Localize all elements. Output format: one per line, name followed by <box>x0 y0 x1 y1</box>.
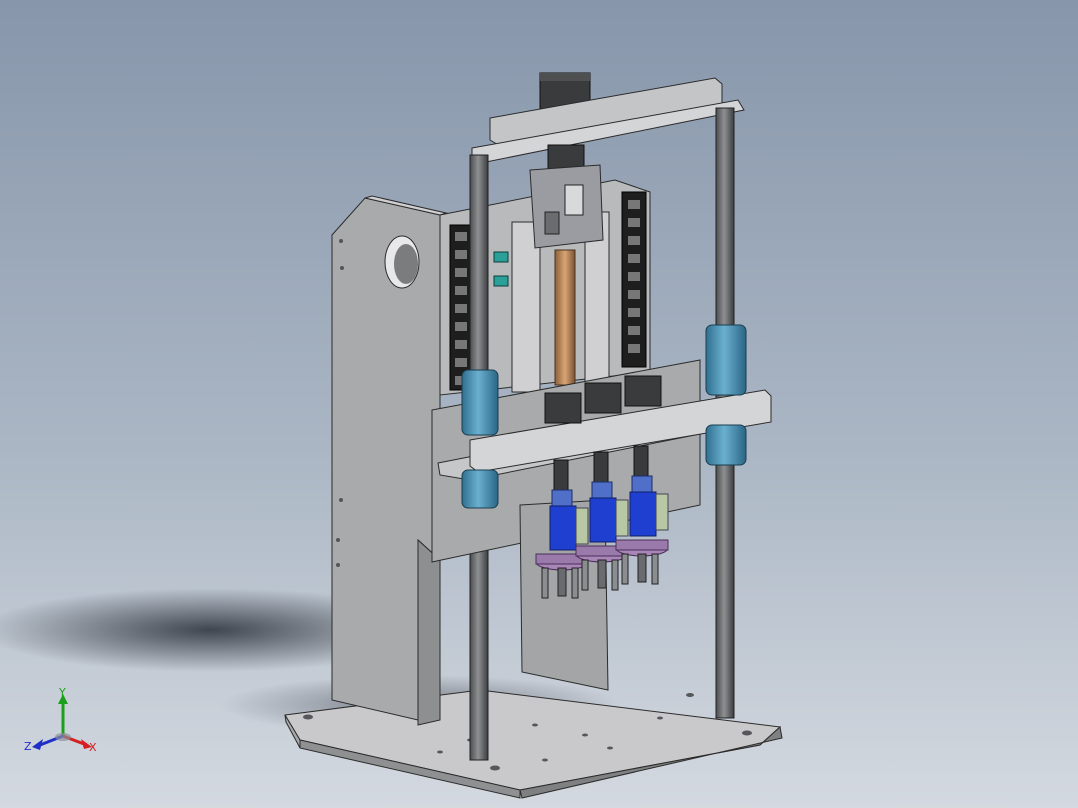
chain-link <box>455 268 467 277</box>
chain-link <box>628 254 640 263</box>
ball-screw <box>554 249 576 386</box>
coordinate-triad: Y X Z <box>24 686 97 754</box>
chain-link <box>628 344 640 353</box>
cad-model-3d-view[interactable] <box>0 0 1078 808</box>
axis-y-label: Y <box>58 686 66 699</box>
chain-link <box>628 308 640 317</box>
chain-link <box>455 340 467 349</box>
chain-link <box>455 304 467 313</box>
linear-bushing-right-upper <box>705 324 747 396</box>
left-upright-plate[interactable] <box>331 195 448 726</box>
linear-bushing-left-upper <box>461 369 499 436</box>
chain-link <box>628 272 640 281</box>
chain-link <box>628 326 640 335</box>
chain-link <box>455 232 467 241</box>
axis-x-label: X <box>89 741 97 754</box>
chain-link <box>628 236 640 245</box>
chain-link <box>628 200 640 209</box>
linear-bushing-right-lower <box>705 424 747 466</box>
chain-link <box>455 322 467 331</box>
graphics-viewport[interactable]: Y X Z <box>0 0 1078 808</box>
chain-link <box>455 250 467 259</box>
axis-y-arrow <box>58 694 68 736</box>
chain-link <box>455 358 467 367</box>
chain-link <box>628 218 640 227</box>
top-crossbar[interactable] <box>471 77 745 163</box>
chain-link <box>455 286 467 295</box>
linear-bushing-left-lower <box>461 469 499 509</box>
motor-coupling-housing[interactable] <box>529 144 604 249</box>
axis-z-label: Z <box>24 740 32 753</box>
chain-link <box>628 290 640 299</box>
